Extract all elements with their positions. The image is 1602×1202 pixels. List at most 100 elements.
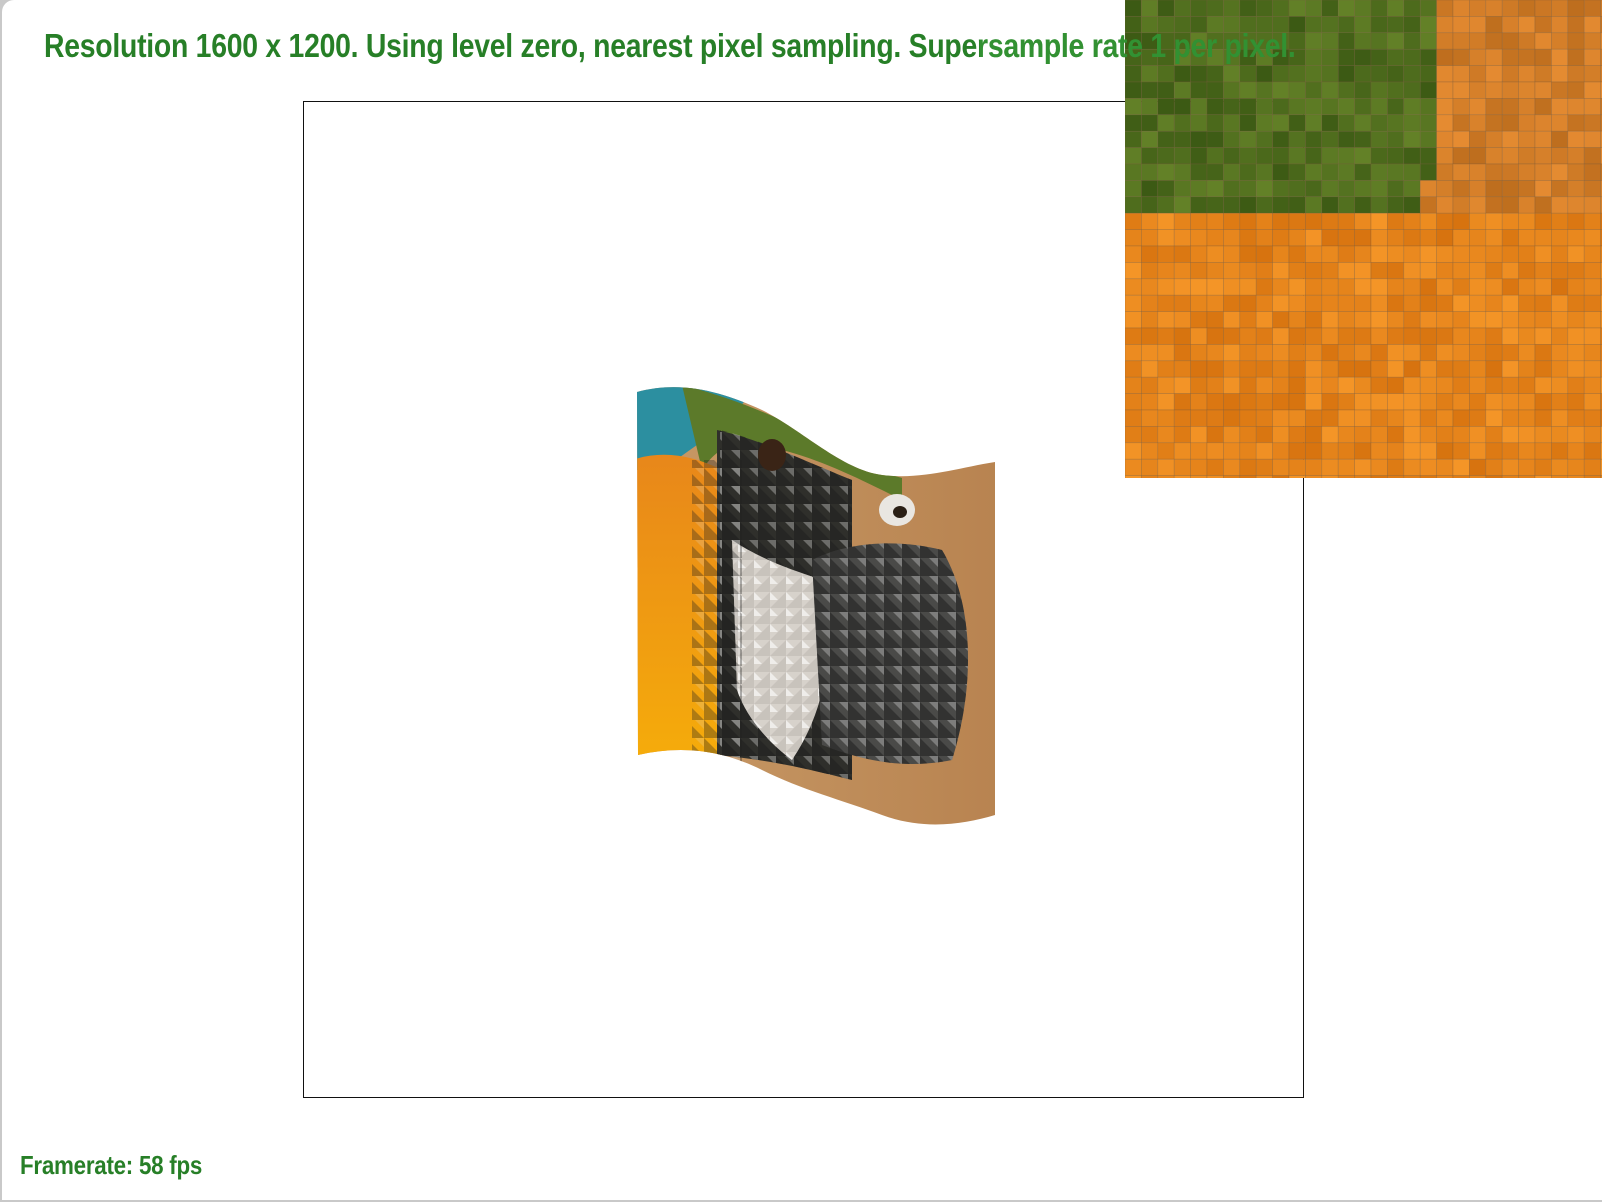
zoom-pixel-cell	[1370, 245, 1388, 263]
zoom-pixel-cell	[1321, 16, 1339, 34]
zoom-pixel-cell	[1206, 327, 1224, 345]
zoom-pixel-cell	[1206, 458, 1224, 476]
zoom-pixel-cell	[1534, 294, 1552, 312]
zoom-pixel-cell	[1551, 475, 1569, 478]
zoom-pixel-cell	[1469, 16, 1487, 34]
zoom-pixel-cell	[1518, 262, 1536, 280]
zoom-pixel-cell	[1452, 130, 1470, 148]
zoom-pixel-cell	[1321, 344, 1339, 362]
zoom-pixel-cell	[1141, 98, 1159, 116]
zoom-pixel-cell	[1141, 393, 1159, 411]
zoom-pixel-cell	[1354, 262, 1372, 280]
zoom-pixel-cell	[1354, 344, 1372, 362]
zoom-pixel-cell	[1272, 278, 1290, 296]
zoom-pixel-cell	[1305, 360, 1323, 378]
zoom-pixel-cell	[1534, 130, 1552, 148]
zoom-pixel-cell	[1125, 360, 1142, 378]
zoom-pixel-cell	[1469, 212, 1487, 230]
zoom-pixel-cell	[1436, 229, 1454, 247]
zoom-pixel-cell	[1206, 229, 1224, 247]
zoom-pixel-cell	[1321, 163, 1339, 181]
zoom-pixel-cell	[1272, 344, 1290, 362]
zoom-pixel-cell	[1534, 393, 1552, 411]
zoom-pixel-cell	[1206, 262, 1224, 280]
zoom-pixel-cell	[1518, 0, 1536, 17]
zoom-pixel-cell	[1583, 180, 1601, 198]
zoom-pixel-cell	[1157, 475, 1175, 478]
zoom-pixel-cell	[1370, 163, 1388, 181]
zoom-pixel-cell	[1387, 311, 1405, 329]
zoom-pixel-cell	[1452, 475, 1470, 478]
zoom-pixel-cell	[1305, 458, 1323, 476]
zoom-pixel-cell	[1567, 311, 1585, 329]
zoom-pixel-cell	[1387, 426, 1405, 444]
zoom-pixel-cell	[1551, 212, 1569, 230]
zoom-pixel-cell	[1518, 311, 1536, 329]
zoom-pixel-cell	[1223, 98, 1241, 116]
zoom-pixel-cell	[1223, 458, 1241, 476]
zoom-pixel-cell	[1501, 98, 1519, 116]
zoom-pixel-cell	[1157, 409, 1175, 427]
zoom-pixel-cell	[1206, 442, 1224, 460]
zoom-pixel-cell	[1370, 475, 1388, 478]
zoom-pixel-cell	[1583, 65, 1601, 83]
zoom-pixel-cell	[1239, 294, 1257, 312]
zoom-pixel-cell	[1501, 65, 1519, 83]
zoom-pixel-cell	[1387, 65, 1405, 83]
zoom-pixel-cell	[1567, 32, 1585, 50]
zoom-pixel-cell	[1305, 16, 1323, 34]
zoom-pixel-cell	[1157, 212, 1175, 230]
zoom-pixel-cell	[1157, 0, 1175, 17]
zoom-pixel-cell	[1419, 409, 1437, 427]
zoom-pixel-cell	[1239, 393, 1257, 411]
zoom-pixel-cell	[1501, 0, 1519, 17]
zoom-pixel-cell	[1469, 262, 1487, 280]
zoom-pixel-cell	[1567, 180, 1585, 198]
zoom-pixel-cell	[1321, 229, 1339, 247]
zoom-pixel-cell	[1403, 212, 1421, 230]
zoom-pixel-cell	[1125, 442, 1142, 460]
zoom-pixel-cell	[1321, 409, 1339, 427]
zoom-pixel-cell	[1501, 393, 1519, 411]
zoom-pixel-cell	[1206, 426, 1224, 444]
zoom-pixel-cell	[1173, 130, 1191, 148]
zoom-pixel-cell	[1305, 376, 1323, 394]
zoom-pixel-cell	[1255, 130, 1273, 148]
zoom-pixel-cell	[1583, 311, 1601, 329]
zoom-pixel-cell	[1239, 311, 1257, 329]
zoom-pixel-cell	[1583, 344, 1601, 362]
zoom-pixel-cell	[1157, 180, 1175, 198]
zoom-pixel-cell	[1190, 327, 1208, 345]
zoom-pixel-cell	[1485, 426, 1503, 444]
zoom-pixel-cell	[1272, 0, 1290, 17]
zoom-pixel-cell	[1501, 180, 1519, 198]
zoom-pixel-cell	[1190, 426, 1208, 444]
zoom-pixel-cell	[1534, 16, 1552, 34]
zoom-pixel-cell	[1288, 130, 1306, 148]
zoom-pixel-cell	[1190, 81, 1208, 99]
zoom-pixel-cell	[1436, 48, 1454, 66]
zoom-pixel-cell	[1485, 229, 1503, 247]
zoom-pixel-cell	[1157, 245, 1175, 263]
zoom-pixel-cell	[1469, 475, 1487, 478]
zoom-pixel-cell	[1337, 32, 1355, 50]
zoom-pixel-cell	[1387, 147, 1405, 165]
zoom-pixel-cell	[1403, 65, 1421, 83]
zoom-pixel-cell	[1190, 344, 1208, 362]
zoom-pixel-cell	[1125, 327, 1142, 345]
zoom-pixel-cell	[1567, 376, 1585, 394]
zoom-pixel-cell	[1485, 114, 1503, 132]
zoom-pixel-cell	[1239, 229, 1257, 247]
zoom-pixel-cell	[1469, 0, 1487, 17]
zoom-pixel-cell	[1125, 81, 1142, 99]
zoom-pixel-cell	[1436, 278, 1454, 296]
zoom-pixel-cell	[1436, 311, 1454, 329]
zoom-pixel-cell	[1551, 229, 1569, 247]
zoom-pixel-cell	[1272, 393, 1290, 411]
zoom-pixel-cell	[1469, 327, 1487, 345]
zoom-pixel-cell	[1157, 344, 1175, 362]
zoom-pixel-cell	[1288, 376, 1306, 394]
zoom-pixel-cell	[1272, 147, 1290, 165]
zoom-pixel-cell	[1583, 262, 1601, 280]
zoom-pixel-cell	[1288, 196, 1306, 214]
